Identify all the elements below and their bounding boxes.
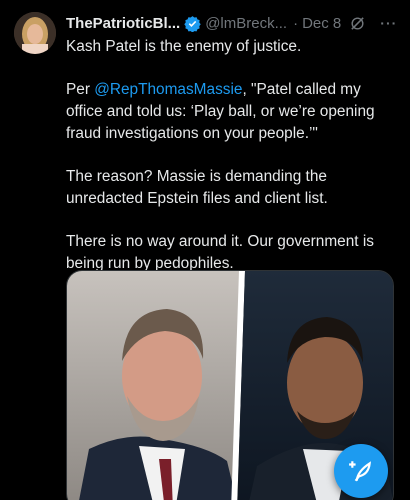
mention-link[interactable]: @RepThomasMassie — [94, 81, 242, 98]
handle[interactable]: @lmBreck... — [205, 15, 287, 32]
verified-badge-icon — [184, 15, 201, 32]
paragraph-1: Kash Patel is the enemy of justice. — [66, 38, 302, 55]
compose-feather-icon — [349, 461, 371, 482]
tweet[interactable]: ThePatrioticBl... @lmBreck... · Dec 8 ··… — [0, 0, 410, 500]
tweet-text: Kash Patel is the enemy of justice. Per … — [66, 36, 396, 296]
separator-dot: · — [293, 14, 299, 32]
compose-button[interactable] — [334, 444, 388, 498]
paragraph-2-prefix: Per — [66, 81, 95, 98]
paragraph-3: The reason? Massie is demanding the unre… — [66, 168, 328, 207]
tweet-date[interactable]: Dec 8 — [302, 15, 341, 32]
paragraph-2: Per @RepThomasMassie, "Patel called my o… — [66, 79, 396, 145]
avatar-image — [14, 12, 56, 54]
avatar[interactable] — [14, 12, 56, 54]
grok-icon[interactable] — [349, 15, 366, 32]
display-name[interactable]: ThePatrioticBl... — [66, 15, 180, 32]
paragraph-4: There is no way around it. Our governmen… — [66, 233, 374, 272]
more-options-icon[interactable]: ··· — [380, 15, 397, 31]
tweet-header: ThePatrioticBl... @lmBreck... · Dec 8 ··… — [66, 13, 402, 33]
